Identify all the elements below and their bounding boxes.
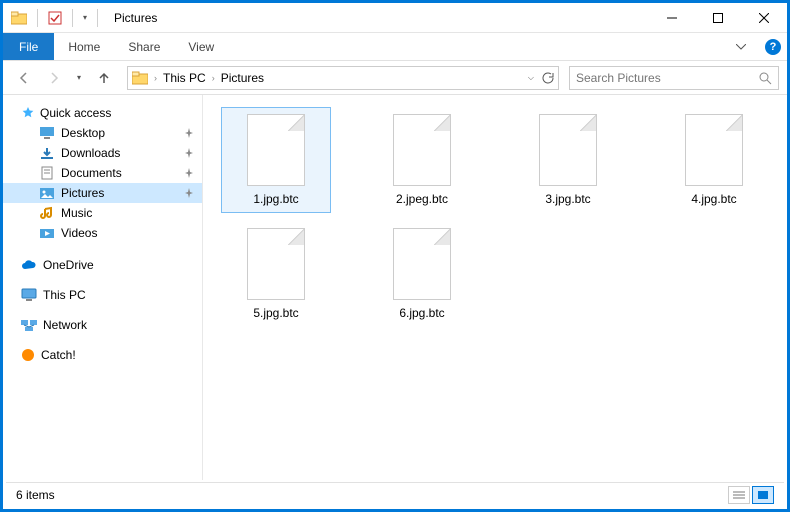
tab-share[interactable]: Share: [114, 33, 174, 60]
downloads-icon: [39, 146, 55, 160]
sidebar-item-downloads[interactable]: Downloads: [3, 143, 202, 163]
expand-ribbon-button[interactable]: [723, 33, 759, 60]
sidebar-item-videos[interactable]: Videos: [3, 223, 202, 243]
sidebar-catch[interactable]: Catch!: [3, 345, 202, 365]
star-icon: [21, 106, 35, 120]
minimize-button[interactable]: [649, 3, 695, 33]
file-thumbnail: [685, 114, 743, 186]
videos-icon: [39, 226, 55, 240]
window-title: Pictures: [114, 11, 157, 25]
sidebar-item-label: Desktop: [61, 126, 105, 140]
details-view-button[interactable]: [728, 486, 750, 504]
folder-icon: [132, 71, 148, 85]
recent-dropdown[interactable]: ▾: [71, 65, 87, 91]
music-icon: [39, 206, 55, 220]
breadcrumb-current[interactable]: Pictures: [221, 71, 264, 85]
ribbon: File Home Share View ?: [3, 33, 787, 61]
search-box[interactable]: [569, 66, 779, 90]
quick-access-header[interactable]: Quick access: [3, 103, 202, 123]
sidebar-item-documents[interactable]: Documents: [3, 163, 202, 183]
help-button[interactable]: ?: [759, 33, 787, 60]
file-item[interactable]: 5.jpg.btc: [221, 221, 331, 327]
back-button[interactable]: [11, 65, 37, 91]
computer-icon: [21, 288, 37, 302]
status-bar: 6 items: [6, 482, 784, 506]
chevron-right-icon[interactable]: ›: [154, 73, 157, 83]
file-thumbnail: [247, 114, 305, 186]
up-button[interactable]: [91, 65, 117, 91]
breadcrumb-root[interactable]: This PC: [163, 71, 206, 85]
file-thumbnail: [539, 114, 597, 186]
cloud-icon: [21, 259, 37, 271]
close-button[interactable]: [741, 3, 787, 33]
file-name: 3.jpg.btc: [545, 192, 590, 206]
file-thumbnail: [247, 228, 305, 300]
quick-access-label: Quick access: [40, 106, 111, 120]
navigation-bar: ▾ › This PC › Pictures ⌵: [3, 61, 787, 95]
separator: [37, 9, 38, 27]
content-area: Quick access Desktop Downloads Documents Pi…: [3, 95, 787, 480]
chevron-right-icon[interactable]: ›: [212, 73, 215, 83]
address-bar[interactable]: › This PC › Pictures ⌵: [127, 66, 559, 90]
address-dropdown-icon[interactable]: ⌵: [528, 73, 534, 83]
thumbnail-view-button[interactable]: [752, 486, 774, 504]
file-thumbnail: [393, 114, 451, 186]
search-input[interactable]: [576, 71, 758, 85]
quick-access-toolbar: ▾ Pictures: [3, 9, 157, 27]
pictures-icon: [39, 186, 55, 200]
forward-button[interactable]: [41, 65, 67, 91]
sidebar-item-label: Documents: [61, 166, 122, 180]
file-tab[interactable]: File: [3, 33, 54, 60]
file-name: 4.jpg.btc: [691, 192, 736, 206]
navigation-pane: Quick access Desktop Downloads Documents Pi…: [3, 95, 203, 480]
file-item[interactable]: 6.jpg.btc: [367, 221, 477, 327]
desktop-icon: [39, 126, 55, 140]
documents-icon: [39, 166, 55, 180]
file-name: 1.jpg.btc: [253, 192, 298, 206]
sidebar-item-label: Pictures: [61, 186, 104, 200]
sidebar-item-label: Videos: [61, 226, 97, 240]
separator: [72, 9, 73, 27]
folder-icon: [11, 11, 27, 25]
sidebar-thispc[interactable]: This PC: [3, 285, 202, 305]
pin-icon: [184, 168, 194, 178]
sidebar-item-desktop[interactable]: Desktop: [3, 123, 202, 143]
qat-dropdown-icon[interactable]: ▾: [83, 13, 87, 22]
network-icon: [21, 318, 37, 332]
separator: [97, 9, 98, 27]
file-item[interactable]: 1.jpg.btc: [221, 107, 331, 213]
tab-view[interactable]: View: [174, 33, 228, 60]
search-icon[interactable]: [758, 71, 772, 85]
file-name: 2.jpeg.btc: [396, 192, 448, 206]
pin-icon: [184, 128, 194, 138]
file-item[interactable]: 3.jpg.btc: [513, 107, 623, 213]
sidebar-item-pictures[interactable]: Pictures: [3, 183, 202, 203]
file-item[interactable]: 4.jpg.btc: [659, 107, 769, 213]
tab-home[interactable]: Home: [54, 33, 114, 60]
file-thumbnail: [393, 228, 451, 300]
file-name: 5.jpg.btc: [253, 306, 298, 320]
file-view[interactable]: 1.jpg.btc 2.jpeg.btc 3.jpg.btc 4.jpg.btc 5.j…: [203, 95, 787, 480]
maximize-button[interactable]: [695, 3, 741, 33]
sidebar-item-label: Downloads: [61, 146, 120, 160]
pin-icon: [184, 148, 194, 158]
window-controls: [649, 3, 787, 33]
properties-icon[interactable]: [48, 11, 62, 25]
title-bar: ▾ Pictures: [3, 3, 787, 33]
catch-icon: [21, 348, 35, 362]
pin-icon: [184, 188, 194, 198]
sidebar-item-label: Music: [61, 206, 92, 220]
file-name: 6.jpg.btc: [399, 306, 444, 320]
sidebar-network[interactable]: Network: [3, 315, 202, 335]
sidebar-item-music[interactable]: Music: [3, 203, 202, 223]
item-count: 6 items: [16, 488, 55, 502]
sidebar-onedrive[interactable]: OneDrive: [3, 255, 202, 275]
refresh-button[interactable]: [540, 71, 554, 85]
file-item[interactable]: 2.jpeg.btc: [367, 107, 477, 213]
